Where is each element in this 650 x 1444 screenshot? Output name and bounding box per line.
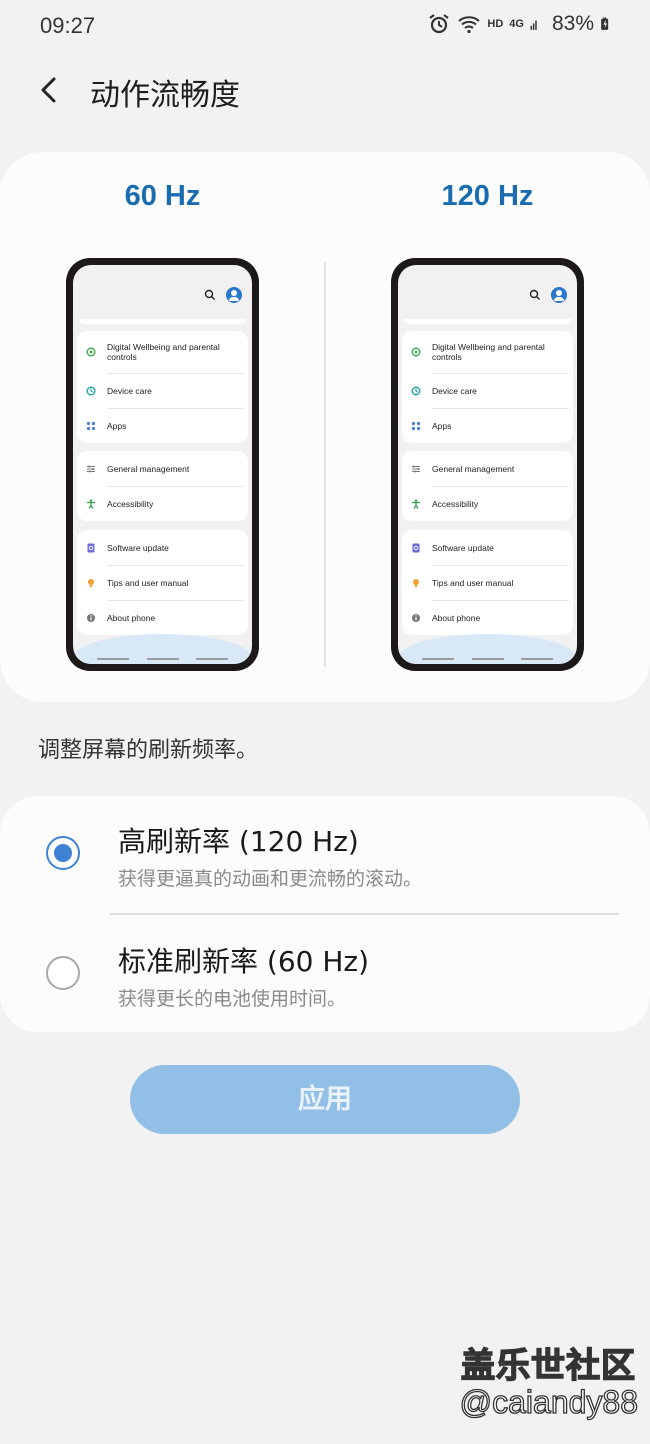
settings-group: General management Accessibility [402, 451, 573, 521]
avatar-icon [551, 287, 567, 303]
list-item: General management [77, 451, 248, 486]
option-title: 标准刷新率 (60 Hz) [118, 945, 370, 978]
list-item: General management [402, 451, 573, 486]
phone-screen: Digital Wellbeing and parental controls … [398, 265, 577, 664]
list-item: About phone [77, 600, 248, 635]
option-subtitle: 获得更逼真的动画和更流畅的滚动。 [118, 868, 423, 890]
settings-group: Digital Wellbeing and parental controls … [77, 331, 248, 443]
preview-60hz-label: 60 Hz [124, 180, 201, 212]
list-item: Software update [402, 530, 573, 565]
device-care-icon [411, 386, 421, 395]
search-icon [204, 289, 215, 300]
list-item: Tips and user manual [402, 565, 573, 600]
list-item: Apps [402, 408, 573, 443]
status-time: 09:27 [40, 13, 96, 38]
phone-mockup: Digital Wellbeing and parental controls … [66, 258, 259, 671]
preview-120hz-label: 120 Hz [441, 180, 534, 212]
sliders-icon [412, 465, 420, 472]
settings-group: General management Accessibility [77, 451, 248, 521]
option-subtitle: 获得更长的电池使用时间。 [118, 988, 347, 1010]
list-item: Software update [77, 530, 248, 565]
network-4g-label: 4G [509, 18, 524, 30]
page-title: 动作流畅度 [90, 78, 240, 113]
list-item: Device care [77, 373, 248, 408]
option-standard-refresh-rate[interactable]: 标准刷新率 (60 Hz) 获得更长的电池使用时间。 [0, 914, 650, 1032]
info-icon [412, 613, 420, 622]
software-update-icon [412, 543, 420, 552]
lightbulb-icon [413, 578, 419, 587]
back-arrow-icon[interactable] [30, 70, 70, 110]
settings-group: Software update Tips and user manual Abo… [402, 530, 573, 635]
lightbulb-icon [88, 578, 94, 587]
sliders-icon [87, 465, 95, 472]
list-item: Digital Wellbeing and parental controls [402, 331, 573, 373]
phone-mockup: Digital Wellbeing and parental controls … [391, 258, 584, 671]
settings-group: Digital Wellbeing and parental controls … [402, 331, 573, 443]
app-header: 动作流畅度 [0, 62, 650, 118]
alarm-icon [429, 14, 450, 34]
option-title: 高刷新率 (120 Hz) [118, 825, 359, 858]
refresh-rate-options: 高刷新率 (120 Hz) 获得更逼真的动画和更流畅的滚动。 标准刷新率 (60… [0, 796, 650, 1032]
radio-button[interactable] [46, 956, 80, 990]
signal-icon [530, 20, 537, 30]
status-icons: HD 4G 83% [427, 12, 614, 36]
apply-button[interactable]: 应用 [130, 1065, 520, 1134]
preview-60hz: 60 Hz Digital Wellbeing and parental con… [0, 152, 325, 702]
option-high-refresh-rate[interactable]: 高刷新率 (120 Hz) 获得更逼真的动画和更流畅的滚动。 [0, 796, 650, 915]
search-icon [529, 289, 540, 300]
radio-button-checked[interactable] [46, 836, 80, 870]
wellbeing-icon [411, 347, 421, 357]
battery-percent: 83% [551, 12, 594, 35]
refresh-rate-preview-card: 60 Hz Digital Wellbeing and parental con… [0, 152, 650, 702]
list-item: Device care [402, 373, 573, 408]
accessibility-icon [412, 498, 420, 509]
battery-charging-icon [601, 17, 609, 30]
wifi-icon [458, 16, 481, 34]
watermark-handle: @caiandy88 [459, 1383, 639, 1420]
description-text: 调整屏幕的刷新频率。 [38, 738, 259, 763]
watermark-community: 盖乐世社区 [460, 1345, 636, 1387]
list-item: Digital Wellbeing and parental controls [77, 331, 248, 373]
list-item: About phone [402, 600, 573, 635]
device-care-icon [86, 386, 96, 395]
apps-icon [86, 421, 96, 430]
avatar-icon [226, 287, 242, 303]
software-update-icon [87, 543, 95, 552]
network-hd-label: HD [487, 18, 504, 30]
list-item: Accessibility [402, 486, 573, 521]
phone-navbar [422, 658, 553, 660]
settings-group: Software update Tips and user manual Abo… [77, 530, 248, 635]
phone-navbar [97, 658, 228, 660]
status-bar: 09:27 HD 4G 83% [0, 0, 650, 56]
list-item: Accessibility [77, 486, 248, 521]
accessibility-icon [87, 498, 95, 509]
info-icon [87, 613, 95, 622]
phone-screen: Digital Wellbeing and parental controls … [73, 265, 252, 664]
preview-120hz: 120 Hz Digital Wellbeing and parental co… [325, 152, 650, 702]
wellbeing-icon [86, 347, 96, 357]
apps-icon [411, 421, 421, 430]
list-item: Apps [77, 408, 248, 443]
list-item: Tips and user manual [77, 565, 248, 600]
